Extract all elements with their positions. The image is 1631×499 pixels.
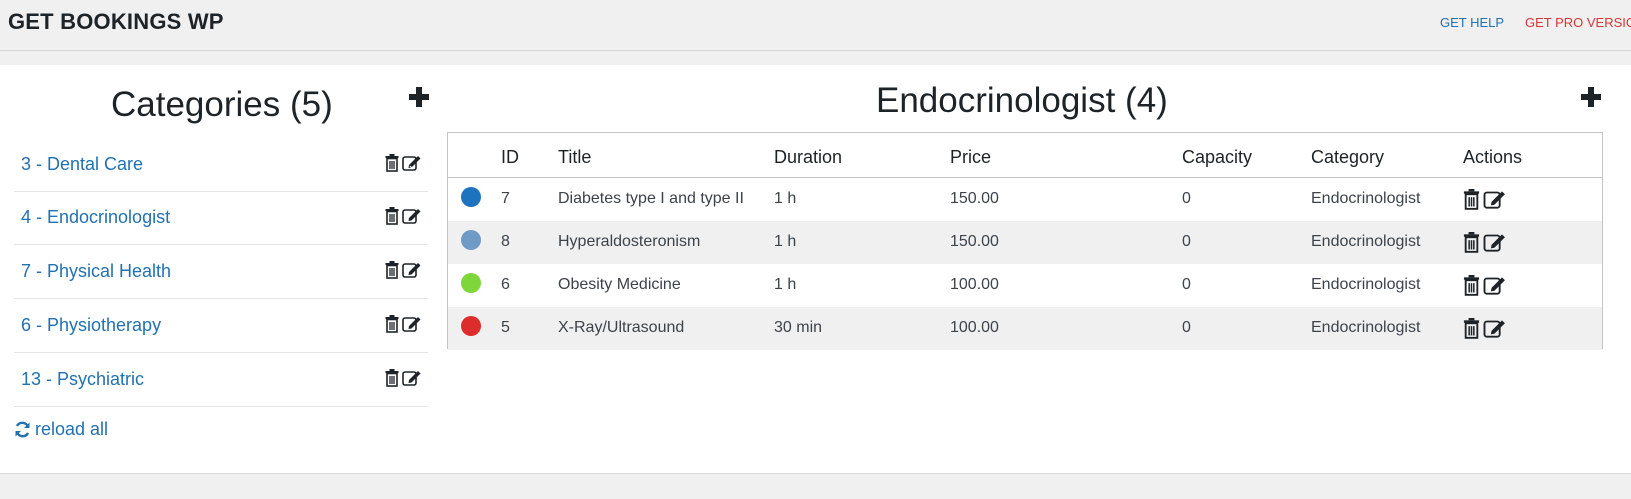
categories-title: Categories (5) <box>111 85 333 124</box>
app-title: GET BOOKINGS WP <box>8 9 224 34</box>
service-id: 8 <box>501 233 510 250</box>
service-capacity: 0 <box>1182 190 1191 207</box>
category-link[interactable]: 3 - Dental Care <box>21 154 143 175</box>
service-capacity: 0 <box>1182 276 1191 293</box>
add-service-plus-icon[interactable] <box>1581 87 1601 107</box>
category-actions <box>385 154 422 174</box>
service-color-dot <box>461 187 481 207</box>
main-panel: Categories (5) 3 - Dental Care 4 - Endoc… <box>0 65 1631 474</box>
top-bar: GET BOOKINGS WP GET HELP GET PRO VERSIO <box>0 0 1631 51</box>
reload-all-label: reload all <box>35 419 109 439</box>
edit-icon[interactable] <box>402 207 422 225</box>
category-link[interactable]: 13 - Psychiatric <box>21 369 144 390</box>
services-table: ID Title Duration Price Capacity Categor… <box>447 132 1603 350</box>
edit-icon[interactable] <box>1483 318 1507 339</box>
trash-icon[interactable] <box>385 369 399 387</box>
category-actions <box>385 207 422 227</box>
category-item: 4 - Endocrinologist <box>14 191 428 245</box>
services-title: Endocrinologist (4) <box>876 81 1168 120</box>
service-category: Endocrinologist <box>1311 190 1421 207</box>
edit-icon[interactable] <box>1483 232 1507 253</box>
category-item: 6 - Physiotherapy <box>14 299 428 353</box>
table-header-row: ID Title Duration Price Capacity Categor… <box>448 133 1602 178</box>
service-duration: 1 h <box>774 276 797 293</box>
category-link[interactable]: 7 - Physical Health <box>21 261 171 282</box>
service-price: 150.00 <box>950 233 999 250</box>
service-category: Endocrinologist <box>1311 233 1421 250</box>
category-link[interactable]: 4 - Endocrinologist <box>21 207 170 228</box>
category-actions <box>385 315 422 335</box>
category-actions <box>385 369 422 389</box>
edit-icon[interactable] <box>402 369 422 387</box>
service-color-dot <box>461 316 481 336</box>
edit-icon[interactable] <box>1483 275 1507 296</box>
service-color-dot <box>461 230 481 250</box>
row-actions <box>1463 318 1507 339</box>
column-header-title: Title <box>558 147 592 167</box>
column-header-actions: Actions <box>1463 147 1523 167</box>
trash-icon[interactable] <box>1463 232 1480 253</box>
column-header-capacity: Capacity <box>1182 147 1253 167</box>
service-duration: 1 h <box>774 190 797 207</box>
trash-icon[interactable] <box>385 154 399 172</box>
table-row: 5 X-Ray/Ultrasound 30 min 100.00 0 Endoc… <box>448 307 1602 350</box>
table-row: 8 Hyperaldosteronism 1 h 150.00 0 Endocr… <box>448 221 1602 264</box>
column-header-category: Category <box>1311 147 1385 167</box>
service-title: Obesity Medicine <box>558 276 681 293</box>
category-actions <box>385 261 422 281</box>
service-duration: 30 min <box>774 319 823 336</box>
trash-icon[interactable] <box>385 315 399 333</box>
service-category: Endocrinologist <box>1311 276 1421 293</box>
service-color-dot <box>461 273 481 293</box>
service-capacity: 0 <box>1182 319 1191 336</box>
row-actions <box>1463 275 1507 296</box>
add-category-plus-icon[interactable] <box>409 87 429 107</box>
category-item: 7 - Physical Health <box>14 245 428 299</box>
column-header-duration: Duration <box>774 147 843 167</box>
service-id: 5 <box>501 319 510 336</box>
category-link[interactable]: 6 - Physiotherapy <box>21 315 161 336</box>
service-capacity: 0 <box>1182 233 1191 250</box>
trash-icon[interactable] <box>1463 189 1480 210</box>
trash-icon[interactable] <box>1463 275 1480 296</box>
service-category: Endocrinologist <box>1311 319 1421 336</box>
edit-icon[interactable] <box>402 315 422 333</box>
column-header-id: ID <box>501 147 519 167</box>
column-header-price: Price <box>950 147 992 167</box>
edit-icon[interactable] <box>402 261 422 279</box>
service-price: 150.00 <box>950 190 999 207</box>
reload-all-link[interactable]: reload all <box>14 419 108 440</box>
trash-icon[interactable] <box>1463 318 1480 339</box>
service-duration: 1 h <box>774 233 797 250</box>
trash-icon[interactable] <box>385 261 399 279</box>
row-actions <box>1463 232 1507 253</box>
service-price: 100.00 <box>950 319 999 336</box>
service-price: 100.00 <box>950 276 999 293</box>
category-item: 13 - Psychiatric <box>14 353 428 407</box>
row-actions <box>1463 189 1507 210</box>
table-row: 7 Diabetes type I and type II 1 h 150.00… <box>448 178 1602 221</box>
trash-icon[interactable] <box>385 207 399 225</box>
refresh-icon <box>15 421 30 438</box>
category-item: 3 - Dental Care <box>14 138 428 192</box>
table-row: 6 Obesity Medicine 1 h 100.00 0 Endocrin… <box>448 264 1602 307</box>
service-id: 7 <box>501 190 510 207</box>
service-title: Hyperaldosteronism <box>558 233 701 250</box>
edit-icon[interactable] <box>402 154 422 172</box>
service-title: X-Ray/Ultrasound <box>558 319 685 336</box>
service-id: 6 <box>501 276 510 293</box>
edit-icon[interactable] <box>1483 189 1507 210</box>
get-help-link[interactable]: GET HELP <box>1440 15 1504 30</box>
get-pro-link[interactable]: GET PRO VERSIO <box>1525 15 1631 30</box>
service-title: Diabetes type I and type II <box>558 190 744 207</box>
